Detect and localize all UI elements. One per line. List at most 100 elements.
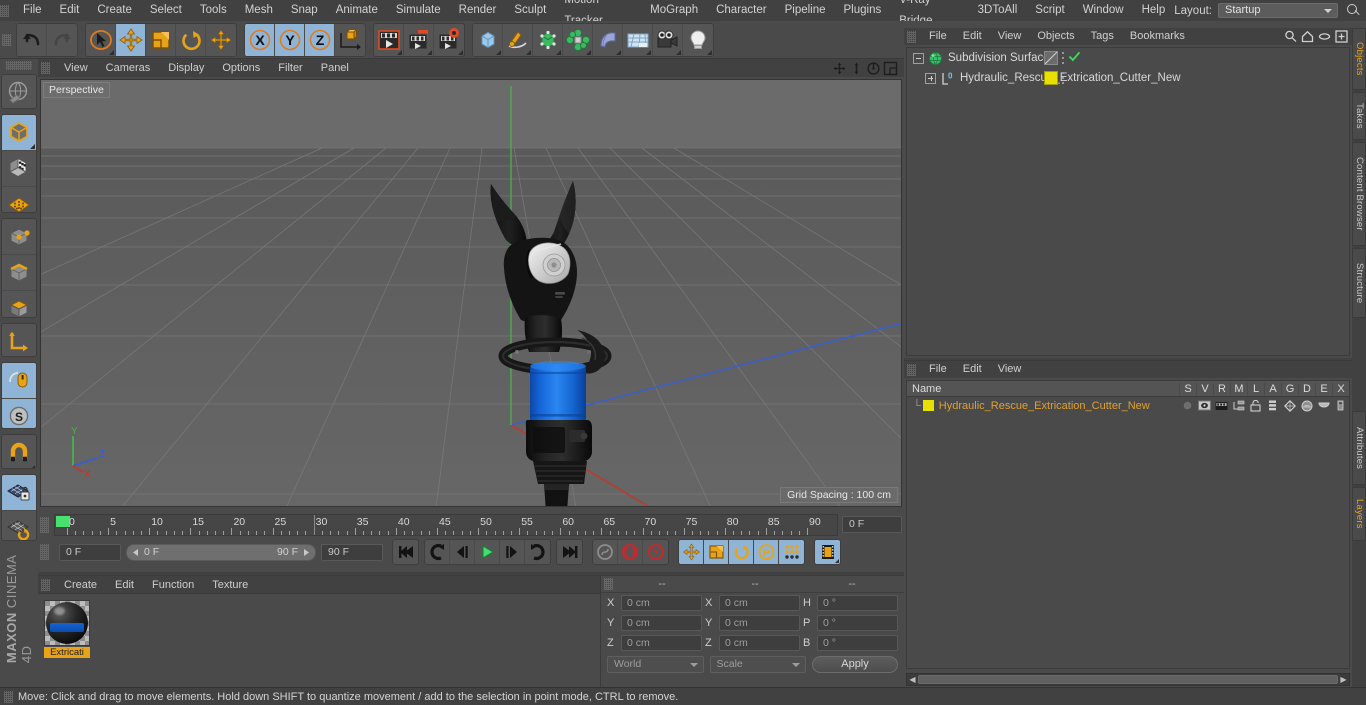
tab-content-browser[interactable]: Content Browser (1352, 142, 1366, 246)
left-toolbar-gripper[interactable] (6, 61, 32, 70)
layer-menu-file[interactable]: File (921, 361, 955, 378)
material-item[interactable]: Extricati (44, 600, 90, 658)
play-button[interactable] (475, 540, 500, 564)
layer-lock-cell[interactable] (1247, 397, 1264, 414)
autokeying-button[interactable] (618, 540, 643, 564)
layout-dropdown[interactable]: Startup (1218, 3, 1338, 18)
tab-attributes[interactable]: Attributes (1352, 411, 1366, 485)
tag-dots-icon-2[interactable] (1061, 71, 1064, 85)
live-selection-tool[interactable] (86, 23, 116, 56)
viewport-menu-options[interactable]: Options (213, 59, 269, 77)
material-menu-texture[interactable]: Texture (203, 576, 257, 594)
go-to-end-button[interactable] (557, 540, 582, 564)
tag-dots-icon[interactable] (1061, 51, 1064, 65)
add-primitive-button[interactable] (473, 23, 503, 56)
expander-collapse-icon[interactable] (913, 52, 924, 64)
menu-script[interactable]: Script (1026, 0, 1073, 21)
maximize-viewport-icon[interactable] (883, 61, 898, 76)
add-deformer-button[interactable] (563, 23, 593, 56)
lock-workplane-button[interactable] (2, 474, 36, 511)
layer-expression-cell[interactable] (1315, 397, 1332, 414)
coordinate-mode-dropdown[interactable]: Scale (709, 656, 806, 673)
rot-h-input[interactable]: 0 ° (817, 595, 898, 611)
next-keyframe-button[interactable] (525, 540, 550, 564)
move-alt-tool[interactable] (206, 24, 236, 56)
step-back-button[interactable] (450, 540, 475, 564)
menu-mesh[interactable]: Mesh (236, 0, 282, 21)
rotation-key-toggle[interactable] (729, 540, 754, 564)
tab-structure[interactable]: Structure (1352, 248, 1366, 318)
layer-color-swatch[interactable] (922, 400, 934, 411)
menu-simulate[interactable]: Simulate (387, 0, 450, 21)
add-camera-button[interactable] (653, 23, 683, 56)
rot-b-input[interactable]: 0 ° (817, 635, 898, 651)
max-frame-input[interactable]: 90 F (321, 543, 383, 561)
menu-snap[interactable]: Snap (282, 0, 327, 21)
timeline-filmstrip-button[interactable] (815, 540, 840, 564)
scrollbar-thumb[interactable] (918, 675, 1338, 684)
menu-window[interactable]: Window (1074, 0, 1133, 21)
viewport-solo-hierarchy-button[interactable]: S (2, 399, 36, 429)
coordinate-space-dropdown[interactable]: World (607, 656, 704, 673)
parameter-key-toggle[interactable] (779, 540, 804, 564)
layer-visible-cell[interactable] (1196, 397, 1213, 414)
add-generator-button[interactable] (533, 23, 563, 56)
rot-p-input[interactable]: 0 ° (817, 615, 898, 631)
menu-create[interactable]: Create (88, 0, 141, 21)
menu-tools[interactable]: Tools (191, 0, 236, 21)
record-active-objects-button[interactable] (593, 540, 618, 564)
scale-key-toggle[interactable] (704, 540, 729, 564)
lock-y-axis[interactable]: Y (275, 23, 305, 56)
add-layer-icon[interactable] (1335, 30, 1348, 43)
texture-mode-button[interactable] (2, 151, 36, 187)
viewport-solo-single-button[interactable] (2, 363, 36, 400)
material-preview[interactable] (44, 600, 90, 646)
lock-z-axis[interactable]: Z (305, 23, 335, 56)
layer-table[interactable]: Name S V R M L A G D E X └ Hydraulic_Res… (906, 380, 1350, 669)
layer-row[interactable]: └ Hydraulic_Rescue_Extrication_Cutter_Ne… (907, 397, 1349, 414)
scroll-right-arrow-icon[interactable]: ▶ (1338, 675, 1349, 684)
timeline-playhead[interactable] (313, 514, 315, 535)
render-region-button[interactable] (404, 23, 434, 56)
menu-edit[interactable]: Edit (51, 0, 89, 21)
layer-solo-cell[interactable] (1179, 397, 1196, 414)
menu-animate[interactable]: Animate (327, 0, 387, 21)
apply-button[interactable]: Apply (812, 656, 898, 673)
object-manager-gripper[interactable] (907, 30, 916, 43)
enabled-check-icon[interactable] (1068, 50, 1081, 66)
layer-manager-cell[interactable] (1230, 397, 1247, 414)
object-menu-bookmarks[interactable]: Bookmarks (1122, 28, 1193, 45)
object-menu-view[interactable]: View (990, 28, 1030, 45)
layer-render-cell[interactable] (1213, 397, 1230, 414)
orbit-icon[interactable] (866, 61, 881, 76)
preview-range-bar[interactable]: 0 F 90 F (126, 543, 316, 561)
layer-horizontal-scrollbar[interactable]: ◀ ▶ (906, 673, 1350, 686)
scroll-left-arrow-icon[interactable]: ◀ (907, 675, 918, 684)
layer-menu-view[interactable]: View (990, 361, 1030, 378)
lock-x-axis[interactable]: X (245, 23, 275, 56)
viewport-menu-filter[interactable]: Filter (269, 59, 311, 77)
position-key-toggle[interactable] (679, 540, 704, 564)
pla-key-toggle[interactable]: P (754, 540, 779, 564)
layer-generator-cell[interactable] (1281, 397, 1298, 414)
material-tag-icon[interactable] (1044, 71, 1058, 85)
layer-name-cell[interactable]: └ Hydraulic_Rescue_Extrication_Cutter_Ne… (907, 400, 1179, 412)
tab-objects[interactable]: Objects (1352, 28, 1366, 90)
timeline-controls-gripper[interactable] (40, 544, 49, 560)
menu-gripper[interactable] (0, 4, 9, 17)
viewport-menu-panel[interactable]: Panel (312, 59, 358, 77)
menu-pipeline[interactable]: Pipeline (776, 0, 835, 21)
size-x-input[interactable]: 0 cm (719, 595, 800, 611)
move-tool[interactable] (116, 23, 146, 56)
enable-axis-modification-button[interactable] (2, 324, 36, 357)
add-bend-object-button[interactable] (593, 23, 623, 56)
layer-animation-cell[interactable] (1264, 397, 1281, 414)
toolbar-gripper[interactable] (2, 33, 11, 46)
layer-menu-edit[interactable]: Edit (955, 361, 990, 378)
status-bar-gripper[interactable] (4, 690, 13, 703)
planar-workplane-button[interactable] (2, 511, 36, 540)
material-menu-create[interactable]: Create (55, 576, 106, 594)
dolly-icon[interactable] (849, 61, 864, 76)
ellipse-icon[interactable] (1318, 30, 1331, 43)
tab-takes[interactable]: Takes (1352, 92, 1366, 140)
